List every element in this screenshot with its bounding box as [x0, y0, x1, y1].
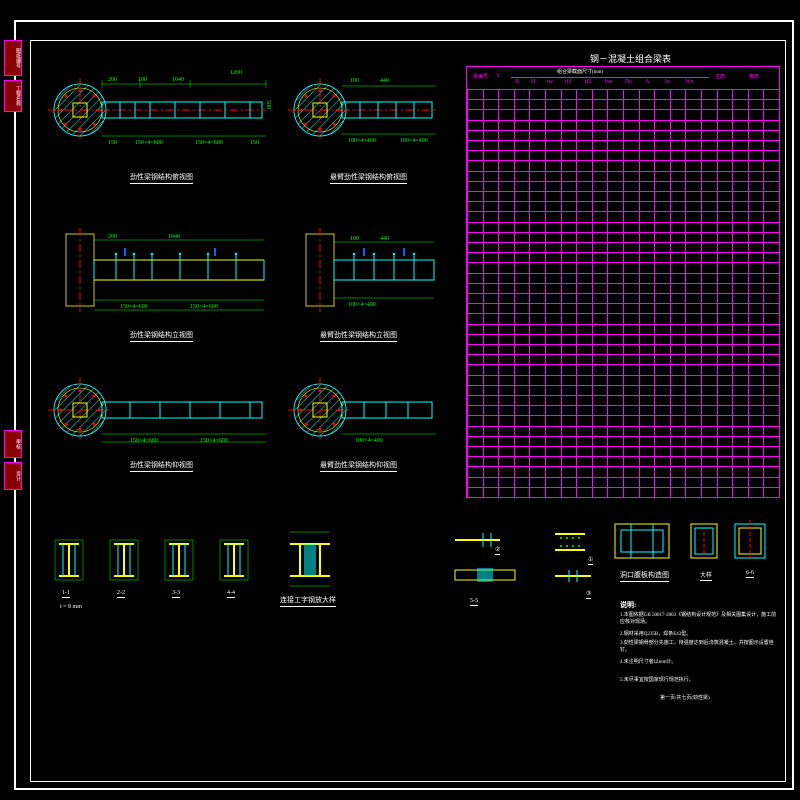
detail-2: ② [495, 546, 500, 555]
caption-v3: 劲性梁钢结构立视图 [130, 330, 193, 342]
dim: 1040 [168, 234, 180, 240]
note-1: 1.本图依据GB 50017-2003《钢结构设计规范》及相关图集设计，施工前应… [620, 612, 780, 626]
col-8: Ds [625, 79, 632, 85]
beam-table: 梁编号 L 组合梁截面尺寸(mm) B H tw tf1 tf2 hw Ds A… [466, 66, 780, 498]
dim: 150×4=600 [200, 438, 228, 444]
dim: 150×4=600 [130, 438, 158, 444]
col-13: 箍筋 [749, 73, 759, 80]
dim: 100×4=400 [400, 138, 428, 144]
dim: 500 [265, 100, 271, 109]
col-7: hw [605, 79, 612, 85]
caption-v1: 劲性梁钢结构俯视图 [130, 172, 193, 184]
dim: 100 [350, 78, 359, 84]
opening-caption: 洞口腹板构造图 [620, 570, 669, 582]
note-4: 4.未注明尺寸者以mm计。 [620, 658, 780, 665]
dim: 150×4=600 [195, 140, 223, 146]
caption-v2: 悬臂劲性梁钢结构俯视图 [330, 172, 407, 184]
joint-caption: 连接工字钢放大样 [280, 595, 336, 607]
sec55: 5-5 [470, 598, 478, 606]
table-title: 钢－混凝土组合梁表 [590, 52, 671, 65]
left-tab-3: 审核 [4, 430, 22, 458]
enlarge-caption: 大样 [700, 570, 712, 581]
col-12: 主筋 [715, 73, 725, 80]
note-5: 5.未尽事宜按国家现行规范执行。 [620, 676, 780, 683]
dim: 440 [380, 78, 389, 84]
col-3: H [531, 79, 535, 85]
sec-label-3: 3-3 [172, 590, 180, 598]
col-10: Ix [665, 79, 670, 85]
caption-v5: 劲性梁钢结构仰视图 [130, 460, 193, 472]
sec-label-4: 4-4 [227, 590, 235, 598]
dim: 100×4=400 [348, 138, 376, 144]
dim: 150×4=600 [135, 140, 163, 146]
detail-1: ① [588, 556, 593, 565]
caption-v4: 悬臂劲性梁钢结构立视图 [320, 330, 397, 342]
col-0: 梁编号 [473, 73, 488, 80]
dim: 100×4=400 [355, 438, 383, 444]
col-group: 组合梁截面尺寸(mm) [557, 68, 603, 75]
detail-3: ③ [586, 590, 591, 599]
left-tab-1: 图纸编号 [4, 40, 22, 76]
col-11: Wx [685, 79, 694, 85]
left-tab-4: 设计 [4, 462, 22, 490]
dim: 440 [380, 236, 389, 242]
sec-label-2: 2-2 [117, 590, 125, 598]
dim: 1040 [172, 77, 184, 83]
dim: 200 [108, 234, 117, 240]
caption-v6: 悬臂劲性梁钢结构仰视图 [320, 460, 397, 472]
sec-label-1: 1-1 [62, 590, 70, 598]
table-grid [467, 89, 779, 497]
dim: 100 [350, 236, 359, 242]
col-5: tf1 [565, 79, 572, 85]
sheet-no: 第一页/共七页(劲性梁) [660, 694, 710, 701]
dim: 150×4=600 [190, 304, 218, 310]
note-3: 3.劲性梁钢骨部分先施工，待强度达到后浇筑混凝土，并按图示设置栓钉。 [620, 640, 780, 654]
dim: 100 [138, 77, 147, 83]
col-6: tf2 [585, 79, 592, 85]
dim: 150 [250, 140, 259, 146]
cad-sheet: 图纸编号 工程名称 审核 设计 [0, 0, 800, 800]
col-2: B [515, 79, 519, 85]
note-2: 2.钢材采用Q235B，焊条E43型。 [620, 630, 780, 637]
dim: 200 [108, 77, 117, 83]
sec66: 6-6 [746, 570, 754, 578]
col-9: A [645, 79, 649, 85]
col-1: L [497, 73, 501, 79]
notes-title: 说明: [620, 600, 636, 610]
left-tab-2: 工程名称 [4, 80, 22, 112]
dim: 150 [108, 140, 117, 146]
subline [511, 77, 709, 78]
dim: 100×4=400 [348, 302, 376, 308]
dim: 150×4=600 [120, 304, 148, 310]
sec-note: t = 8 mm [60, 604, 82, 610]
dim: 1200 [230, 70, 242, 76]
table-header: 梁编号 L 组合梁截面尺寸(mm) B H tw tf1 tf2 hw Ds A… [467, 67, 779, 90]
col-4: tw [547, 79, 553, 85]
